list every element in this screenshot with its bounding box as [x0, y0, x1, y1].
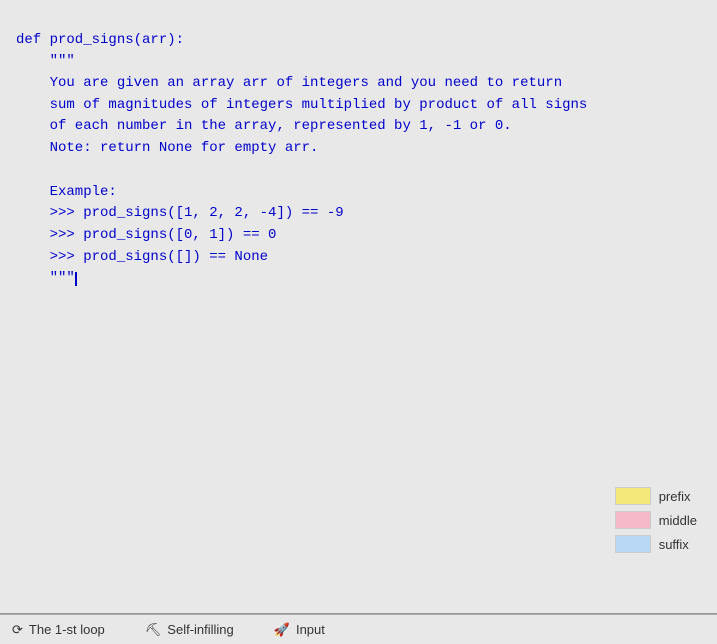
legend: prefix middle suffix [615, 487, 697, 553]
legend-middle: middle [615, 511, 697, 529]
prefix-label: prefix [659, 489, 691, 504]
prefix-swatch [615, 487, 651, 505]
status-bar: ⟳ The 1-st loop ⛏ Self-infilling 🚀 Input [0, 614, 717, 644]
code-line-6: Note: return None for empty arr. [16, 140, 318, 156]
code-line-8: Example: [16, 184, 117, 200]
suffix-swatch [615, 535, 651, 553]
code-line-1: def prod_signs(arr): [16, 32, 184, 48]
code-line-4: sum of magnitudes of integers multiplied… [16, 97, 587, 113]
loop-label: The 1-st loop [29, 622, 105, 637]
code-line-5: of each number in the array, represented… [16, 118, 512, 134]
input-icon: 🚀 [274, 622, 290, 638]
code-line-7 [16, 162, 24, 178]
self-infilling-status: ⛏ Self-infilling [145, 622, 234, 638]
middle-label: middle [659, 513, 697, 528]
input-label: Input [296, 622, 325, 637]
code-area: def prod_signs(arr): """ You are given a… [0, 0, 717, 613]
self-infilling-icon: ⛏ [145, 622, 162, 638]
legend-prefix: prefix [615, 487, 697, 505]
code-line-2: """ [16, 53, 75, 69]
code-line-9: >>> prod_signs([1, 2, 2, -4]) == -9 [16, 205, 344, 221]
loop-icon: ⟳ [12, 622, 23, 638]
self-infilling-label: Self-infilling [167, 622, 233, 637]
code-line-12: """ [16, 270, 77, 286]
code-line-3: You are given an array arr of integers a… [16, 75, 562, 91]
suffix-label: suffix [659, 537, 689, 552]
loop-status: ⟳ The 1-st loop [12, 622, 105, 638]
legend-suffix: suffix [615, 535, 697, 553]
input-status: 🚀 Input [274, 622, 325, 638]
code-content: def prod_signs(arr): """ You are given a… [16, 8, 701, 312]
code-line-11: >>> prod_signs([]) == None [16, 249, 268, 265]
code-line-10: >>> prod_signs([0, 1]) == 0 [16, 227, 276, 243]
middle-swatch [615, 511, 651, 529]
